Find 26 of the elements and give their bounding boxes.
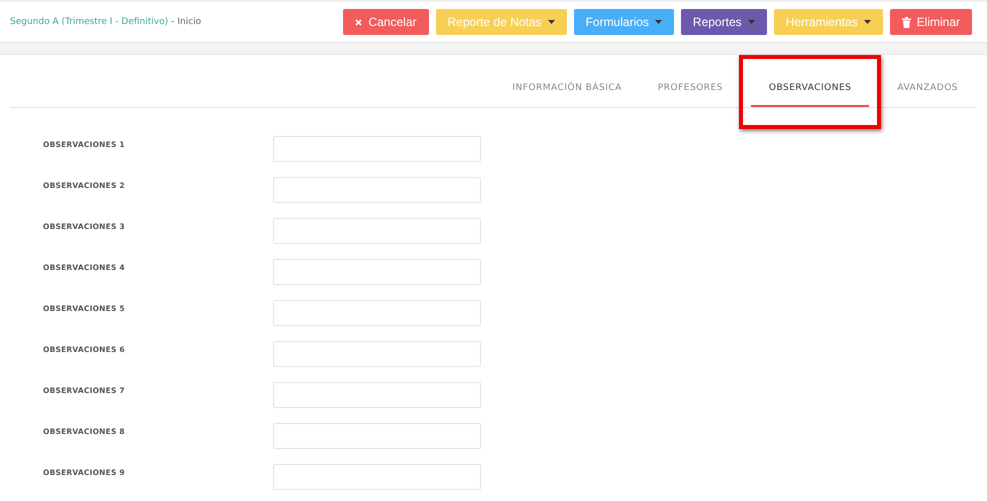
cancel-button[interactable]: Cancelar [343,9,428,35]
tab[interactable]: PROFESORES [640,77,741,107]
input-field[interactable] [273,177,481,203]
breadcrumb-current: Inicio [177,17,202,27]
tab[interactable]: INFORMACIÓN BÁSICA [494,77,640,107]
dropdown-button[interactable]: Formularios [574,9,674,35]
tab[interactable]: OBSERVACIONES [750,77,870,107]
input-field[interactable] [273,136,481,162]
input-field[interactable] [273,464,481,490]
delete-button[interactable]: Eliminar [890,9,972,35]
trash-icon [902,16,911,28]
input-field[interactable] [273,382,481,408]
input-field[interactable] [273,341,481,367]
input-field[interactable] [273,259,481,285]
breadcrumb-separator: - [171,17,174,27]
caret-icon [864,20,871,24]
caret-icon [748,20,755,24]
breadcrumb-link[interactable]: Segundo A (Trimestre I - Definitivo) [10,17,168,27]
input-field[interactable] [273,423,481,449]
dropdown-button[interactable]: Reportes [680,9,767,35]
input-field[interactable] [273,300,481,326]
caret-icon [548,20,555,24]
close-icon [355,18,362,26]
caret-icon [654,20,662,24]
input-field[interactable] [273,218,481,244]
tab[interactable]: AVANZADOS [879,77,976,107]
